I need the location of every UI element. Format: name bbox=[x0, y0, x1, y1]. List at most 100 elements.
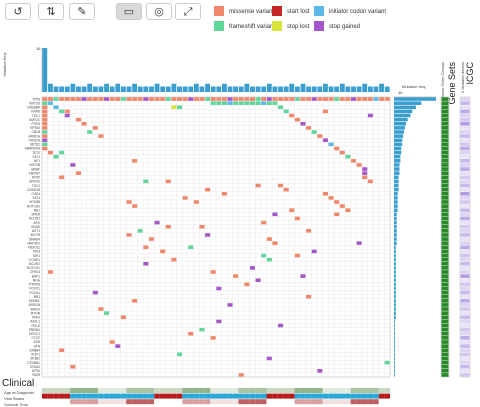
mutation-cell[interactable] bbox=[75, 97, 81, 101]
mutation-cell[interactable] bbox=[244, 97, 250, 101]
mutation-cell[interactable] bbox=[47, 101, 53, 105]
mutation-cell[interactable] bbox=[182, 97, 188, 101]
mutation-cell[interactable] bbox=[384, 360, 390, 365]
mutation-cell[interactable] bbox=[70, 97, 76, 101]
mutation-cell[interactable] bbox=[59, 150, 65, 155]
mutation-cell[interactable] bbox=[109, 340, 115, 344]
mutation-cell[interactable] bbox=[92, 290, 98, 295]
mutation-cell[interactable] bbox=[92, 97, 98, 101]
mutation-cell[interactable] bbox=[42, 105, 48, 110]
mutation-cell[interactable] bbox=[42, 142, 48, 147]
mutation-cell[interactable] bbox=[221, 97, 227, 101]
mutation-cell[interactable] bbox=[311, 130, 317, 134]
mutation-cell[interactable] bbox=[42, 97, 48, 101]
mutation-cell[interactable] bbox=[64, 113, 70, 118]
mutation-cell[interactable] bbox=[126, 233, 132, 237]
mutation-cell[interactable] bbox=[266, 97, 272, 101]
mutation-cell[interactable] bbox=[42, 134, 48, 138]
mutation-cell[interactable] bbox=[266, 237, 272, 241]
mutation-cell[interactable] bbox=[120, 97, 126, 101]
mutation-cell[interactable] bbox=[278, 97, 284, 101]
mutation-cell[interactable] bbox=[362, 167, 368, 171]
mutation-cell[interactable] bbox=[334, 200, 340, 204]
mutation-cell[interactable] bbox=[283, 97, 289, 101]
mutation-cell[interactable] bbox=[322, 97, 328, 101]
mutation-cell[interactable] bbox=[188, 245, 194, 250]
mutation-cell[interactable] bbox=[334, 97, 340, 101]
mutation-cell[interactable] bbox=[356, 163, 362, 167]
mutation-cell[interactable] bbox=[216, 286, 222, 291]
mutation-cell[interactable] bbox=[306, 229, 312, 233]
mutation-cell[interactable] bbox=[227, 97, 233, 101]
mutation-cell[interactable] bbox=[289, 113, 295, 118]
mutation-cell[interactable] bbox=[171, 97, 177, 101]
mutation-cell[interactable] bbox=[75, 171, 81, 175]
mutation-cell[interactable] bbox=[47, 150, 53, 155]
mutation-cell[interactable] bbox=[115, 344, 121, 348]
mutation-cell[interactable] bbox=[42, 122, 48, 126]
mutation-cell[interactable] bbox=[227, 303, 233, 307]
mutation-cell[interactable] bbox=[87, 130, 93, 134]
mutation-cell[interactable] bbox=[42, 146, 48, 151]
mutation-cell[interactable] bbox=[81, 122, 87, 126]
mutation-cell[interactable] bbox=[182, 196, 188, 200]
mutation-cell[interactable] bbox=[104, 97, 110, 101]
mutation-cell[interactable] bbox=[345, 97, 351, 101]
mutation-cell[interactable] bbox=[272, 241, 278, 245]
mutation-cell[interactable] bbox=[160, 97, 166, 101]
mutation-cell[interactable] bbox=[317, 369, 323, 373]
mutation-cell[interactable] bbox=[64, 97, 70, 101]
mutation-cell[interactable] bbox=[165, 179, 171, 184]
mutation-cell[interactable] bbox=[120, 315, 126, 320]
mutation-cell[interactable] bbox=[272, 101, 278, 105]
mutation-cell[interactable] bbox=[177, 352, 183, 357]
mutation-cell[interactable] bbox=[165, 224, 171, 229]
mutation-cell[interactable] bbox=[75, 117, 81, 122]
mutation-cell[interactable] bbox=[216, 101, 222, 105]
mutation-cell[interactable] bbox=[278, 183, 284, 188]
oncogrid-visualization[interactable]: TP53KMT2DCREBBPKRASTSC1KMT2CPTENEP300CBL… bbox=[0, 0, 480, 407]
mutation-cell[interactable] bbox=[109, 97, 115, 101]
mutation-cell[interactable] bbox=[272, 97, 278, 101]
mutation-cell[interactable] bbox=[300, 122, 306, 126]
mutation-cell[interactable] bbox=[70, 163, 76, 167]
mutation-cell[interactable] bbox=[339, 204, 345, 208]
mutation-cell[interactable] bbox=[143, 262, 149, 266]
mutation-cell[interactable] bbox=[266, 257, 272, 262]
mutation-cell[interactable] bbox=[193, 97, 199, 101]
mutation-cell[interactable] bbox=[42, 109, 48, 114]
mutation-cell[interactable] bbox=[283, 109, 289, 114]
mutation-cell[interactable] bbox=[328, 142, 334, 147]
mutation-cell[interactable] bbox=[171, 257, 177, 262]
mutation-cell[interactable] bbox=[59, 97, 65, 101]
mutation-cell[interactable] bbox=[221, 192, 227, 196]
mutation-cell[interactable] bbox=[255, 278, 261, 282]
mutation-cell[interactable] bbox=[233, 101, 239, 105]
mutation-cell[interactable] bbox=[210, 97, 216, 101]
mutation-cell[interactable] bbox=[238, 373, 244, 377]
mutation-cell[interactable] bbox=[177, 105, 183, 110]
mutation-cell[interactable] bbox=[47, 97, 53, 101]
mutation-cell[interactable] bbox=[255, 183, 261, 188]
mutation-cell[interactable] bbox=[384, 97, 390, 101]
mutation-cell[interactable] bbox=[210, 101, 216, 105]
mutation-cell[interactable] bbox=[272, 212, 278, 217]
mutation-cell[interactable] bbox=[334, 146, 340, 151]
mutation-cell[interactable] bbox=[356, 97, 362, 101]
mutation-cell[interactable] bbox=[289, 208, 295, 212]
mutation-cell[interactable] bbox=[306, 126, 312, 130]
mutation-cell[interactable] bbox=[317, 97, 323, 101]
mutation-cell[interactable] bbox=[266, 356, 272, 361]
mutation-cell[interactable] bbox=[188, 97, 194, 101]
mutation-cell[interactable] bbox=[188, 332, 194, 336]
mutation-cell[interactable] bbox=[205, 97, 211, 101]
mutation-cell[interactable] bbox=[249, 266, 255, 270]
mutation-cell[interactable] bbox=[98, 307, 104, 311]
mutation-cell[interactable] bbox=[132, 159, 138, 163]
mutation-cell[interactable] bbox=[53, 105, 59, 110]
mutation-cell[interactable] bbox=[53, 97, 59, 101]
mutation-cell[interactable] bbox=[137, 229, 143, 233]
mutation-cell[interactable] bbox=[53, 154, 59, 159]
mutation-cell[interactable] bbox=[42, 130, 48, 134]
mutation-cell[interactable] bbox=[294, 253, 300, 258]
